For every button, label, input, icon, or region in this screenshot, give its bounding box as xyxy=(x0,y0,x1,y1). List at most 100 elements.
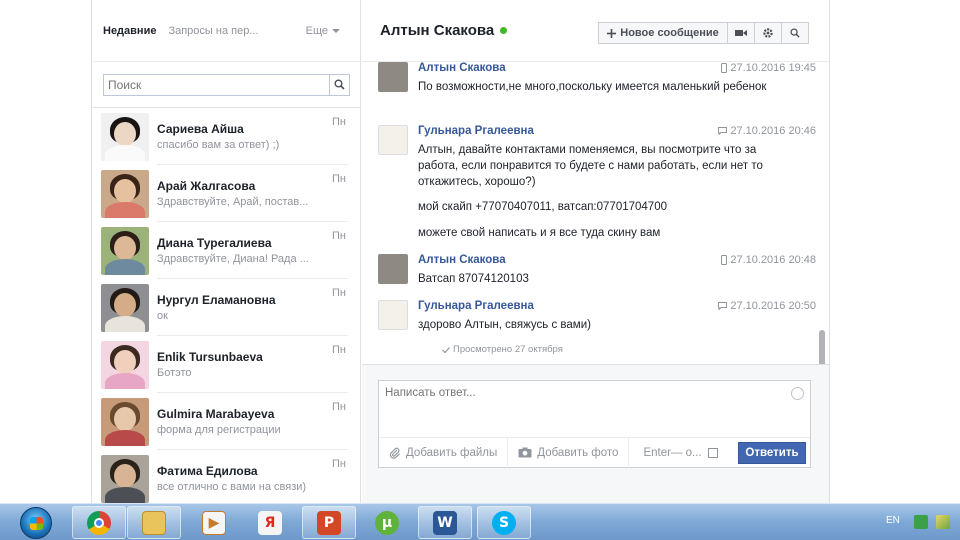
avatar xyxy=(101,397,149,446)
conversation-text: Диана Турегалиева Здравствуйте, Диана! Р… xyxy=(157,236,360,265)
message-time: 27.10.2016 19:45 xyxy=(721,62,816,74)
conversation-item[interactable]: Фатима Едилова все отлично с вами на свя… xyxy=(93,450,360,503)
avatar xyxy=(378,254,408,284)
conversation-item[interactable]: Enlik Tursunbaeva Ботэто Пн xyxy=(93,336,360,393)
message-time: 27.10.2016 20:50 xyxy=(718,300,816,312)
composer-toolbar: Добавить файлы Добавить фото Enter— о...… xyxy=(379,437,810,468)
plus-icon xyxy=(607,28,617,38)
conversation-name: Enlik Tursunbaeva xyxy=(157,350,263,364)
reply-input[interactable] xyxy=(379,381,789,435)
camera-icon xyxy=(518,447,532,458)
start-button[interactable] xyxy=(20,507,52,539)
conversation-item[interactable]: Сариева Айша спасибо вам за ответ) ;) Пн xyxy=(93,108,360,165)
taskbar-chrome[interactable] xyxy=(72,506,126,539)
add-photo-button[interactable]: Добавить фото xyxy=(508,437,630,468)
conversation-sidebar: Недавние Запросы на пер... Еще Сарие xyxy=(93,0,361,503)
search-area xyxy=(93,62,360,108)
tray-app-icon[interactable] xyxy=(936,515,950,529)
settings-button[interactable] xyxy=(754,22,782,44)
conversation-snippet: спасибо вам за ответ) ;) xyxy=(157,139,280,151)
conversation-snippet: форма для регистрации xyxy=(157,424,281,436)
send-reply-button[interactable]: Ответить xyxy=(738,442,806,464)
language-indicator[interactable]: EN xyxy=(886,515,900,526)
taskbar-skype[interactable]: S xyxy=(477,506,531,539)
media-player-icon: ▶ xyxy=(202,510,226,535)
add-files-button[interactable]: Добавить файлы xyxy=(379,437,509,468)
message-group: Гульнара Ргалеевна 27.10.2016 20:50 здор… xyxy=(378,300,818,336)
gear-icon xyxy=(763,28,773,38)
avatar xyxy=(101,454,149,503)
new-message-label: Новое сообщение xyxy=(620,27,719,39)
message-time: 27.10.2016 20:48 xyxy=(721,254,816,266)
conversation-item[interactable]: Диана Турегалиева Здравствуйте, Диана! Р… xyxy=(93,222,360,279)
conversation-day: Пн xyxy=(332,230,346,242)
taskbar-explorer[interactable] xyxy=(127,506,181,539)
message-thread: Алтын Скакова 27.10.2016 19:45 По возмож… xyxy=(362,62,829,364)
conversation-item[interactable]: Арай Жалгасова Здравствуйте, Арай, поста… xyxy=(93,165,360,222)
conversation-name: Gulmira Marabayeva xyxy=(157,407,275,421)
avatar xyxy=(101,283,149,332)
video-call-button[interactable] xyxy=(727,22,755,44)
chevron-down-icon xyxy=(332,28,340,33)
add-files-label: Добавить файлы xyxy=(406,446,498,459)
composer-area: Добавить файлы Добавить фото Enter— о...… xyxy=(362,364,829,503)
conversation-text: Gulmira Marabayeva форма для регистрации xyxy=(157,407,360,436)
conversation-name: Фатима Едилова xyxy=(157,464,258,478)
utorrent-icon: µ xyxy=(375,510,399,535)
message-scrollbar[interactable] xyxy=(819,330,825,364)
message-sender[interactable]: Гульнара Ргалеевна xyxy=(418,125,534,137)
message-text: здорово Алтын, свяжусь с вами) xyxy=(418,319,591,331)
conversation-snippet: Ботэто xyxy=(157,367,192,379)
message-time: 27.10.2016 20:46 xyxy=(718,125,816,137)
conversation-day: Пн xyxy=(332,116,346,128)
message-sender[interactable]: Алтын Скакова xyxy=(418,254,506,266)
taskbar-media-player[interactable]: ▶ xyxy=(187,506,241,539)
search-conversation-button[interactable] xyxy=(781,22,809,44)
emoji-icon[interactable] xyxy=(791,387,804,400)
tray-app-icon[interactable] xyxy=(914,515,928,529)
messenger-window: Недавние Запросы на пер... Еще Сарие xyxy=(0,0,960,540)
add-photo-label: Добавить фото xyxy=(537,446,619,459)
message-time-label: 27.10.2016 20:50 xyxy=(730,300,816,312)
word-icon: W xyxy=(433,510,457,535)
enter-to-send-option[interactable]: Enter— о... xyxy=(629,447,718,459)
online-status-dot xyxy=(500,27,508,34)
tab-recent[interactable]: Недавние xyxy=(103,25,156,37)
search-icon xyxy=(334,79,345,90)
search-box xyxy=(103,73,350,96)
left-margin xyxy=(0,0,92,503)
message-text: Ватсап 87074120103 xyxy=(418,273,529,285)
conversation-text: Арай Жалгасова Здравствуйте, Арай, поста… xyxy=(157,179,360,208)
message-sender[interactable]: Алтын Скакова xyxy=(418,62,506,74)
taskbar-utorrent[interactable]: µ xyxy=(360,506,414,539)
taskbar-word[interactable]: W xyxy=(418,506,472,539)
avatar xyxy=(101,226,149,275)
seen-indicator: Просмотрено 27 октября xyxy=(442,344,563,355)
chat-title-name: Алтын Скакова xyxy=(380,22,495,39)
paperclip-icon xyxy=(389,447,400,459)
message-sender[interactable]: Гульнара Ргалеевна xyxy=(418,300,534,312)
conversation-item[interactable]: Gulmira Marabayeva форма для регистрации… xyxy=(93,393,360,450)
conversation-item[interactable]: Нургул Еламановна ок Пн xyxy=(93,279,360,336)
conversation-text: Сариева Айша спасибо вам за ответ) ;) xyxy=(157,122,360,151)
chat-title[interactable]: Алтын Скакова xyxy=(380,22,508,39)
search-input[interactable] xyxy=(104,74,324,95)
mobile-phone-icon xyxy=(721,255,728,265)
skype-icon: S xyxy=(492,510,516,535)
conversation-text: Фатима Едилова все отлично с вами на свя… xyxy=(157,464,360,493)
composer: Добавить файлы Добавить фото Enter— о...… xyxy=(378,380,811,468)
taskbar-powerpoint[interactable]: P xyxy=(302,506,356,539)
enter-to-send-checkbox[interactable] xyxy=(707,447,718,458)
message-text: Алтын, давайте контактами поменяемся, вы… xyxy=(418,144,763,188)
conversation-text: Enlik Tursunbaeva Ботэто xyxy=(157,350,360,379)
tab-requests[interactable]: Запросы на пер... xyxy=(168,25,258,37)
search-button[interactable] xyxy=(329,74,349,95)
conversation-snippet: ок xyxy=(157,310,168,322)
conversation-day: Пн xyxy=(332,458,346,470)
new-message-button[interactable]: Новое сообщение xyxy=(598,22,728,44)
tab-more[interactable]: Еще xyxy=(306,25,340,37)
folder-icon xyxy=(142,510,166,535)
header-buttons: Новое сообщение xyxy=(598,22,809,44)
taskbar-yandex[interactable]: Я xyxy=(243,506,297,539)
conversation-snippet: Здравствуйте, Диана! Рада ... xyxy=(157,253,309,265)
